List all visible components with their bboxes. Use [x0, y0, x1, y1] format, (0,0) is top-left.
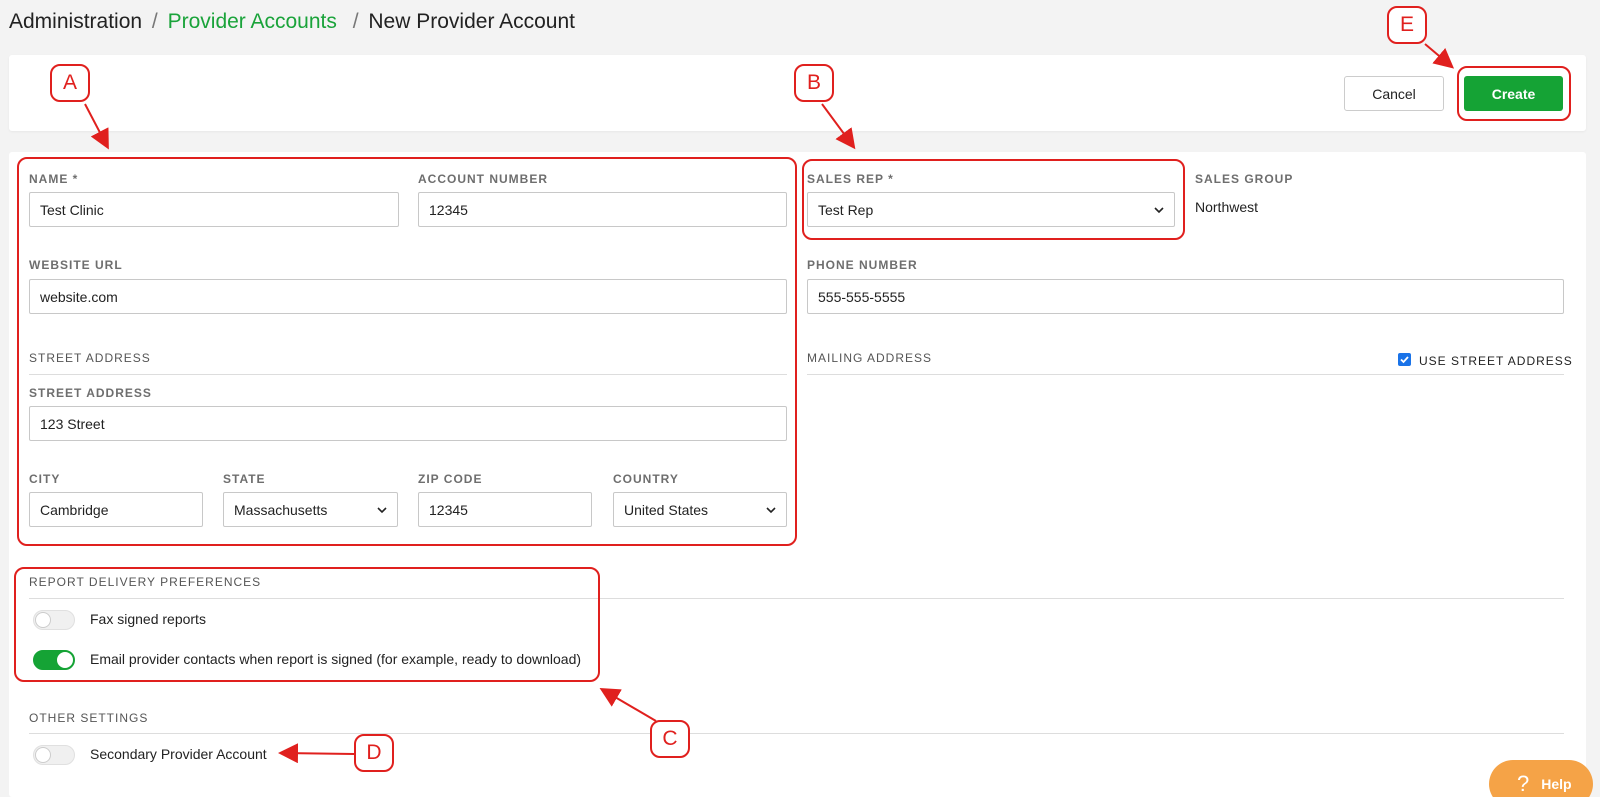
- annotation-box-c: [14, 567, 600, 682]
- other-settings-section-title: OTHER SETTINGS: [29, 711, 149, 725]
- sales-group-label: SALES GROUP: [1195, 172, 1294, 186]
- annotation-box-e: [1457, 66, 1571, 121]
- breadcrumb-separator: /: [151, 10, 158, 33]
- toggle-knob: [35, 747, 51, 763]
- breadcrumb-root: Administration: [9, 10, 143, 33]
- mailing-address-section-title: MAILING ADDRESS: [807, 351, 933, 365]
- help-label: Help: [1541, 776, 1572, 792]
- phone-number-label: PHONE NUMBER: [807, 258, 918, 272]
- annotation-box-b: [802, 159, 1185, 240]
- annotation-label-e: E: [1387, 6, 1427, 44]
- help-button[interactable]: ? Help: [1489, 760, 1593, 797]
- checkmark-icon: [1400, 356, 1409, 364]
- use-street-address-checkbox[interactable]: [1398, 353, 1411, 366]
- breadcrumb-current: New Provider Account: [368, 10, 575, 33]
- breadcrumb: Administration / Provider Accounts / New…: [9, 10, 575, 34]
- secondary-provider-account-toggle[interactable]: [33, 745, 75, 765]
- divider: [807, 374, 1564, 375]
- breadcrumb-separator: /: [352, 10, 359, 33]
- annotation-box-a: [17, 157, 797, 546]
- question-icon: ?: [1517, 771, 1530, 796]
- divider: [29, 733, 1564, 734]
- secondary-provider-account-label: Secondary Provider Account: [90, 746, 267, 762]
- annotation-label-a: A: [50, 64, 90, 102]
- annotation-label-b: B: [794, 64, 834, 102]
- cancel-button[interactable]: Cancel: [1344, 76, 1444, 111]
- sales-group-value: Northwest: [1195, 199, 1259, 215]
- use-street-address-label[interactable]: USE STREET ADDRESS: [1419, 354, 1573, 368]
- phone-number-input[interactable]: [807, 279, 1564, 314]
- annotation-label-c: C: [650, 720, 690, 758]
- annotation-label-d: D: [354, 734, 394, 772]
- breadcrumb-link-provider-accounts[interactable]: Provider Accounts: [168, 10, 337, 33]
